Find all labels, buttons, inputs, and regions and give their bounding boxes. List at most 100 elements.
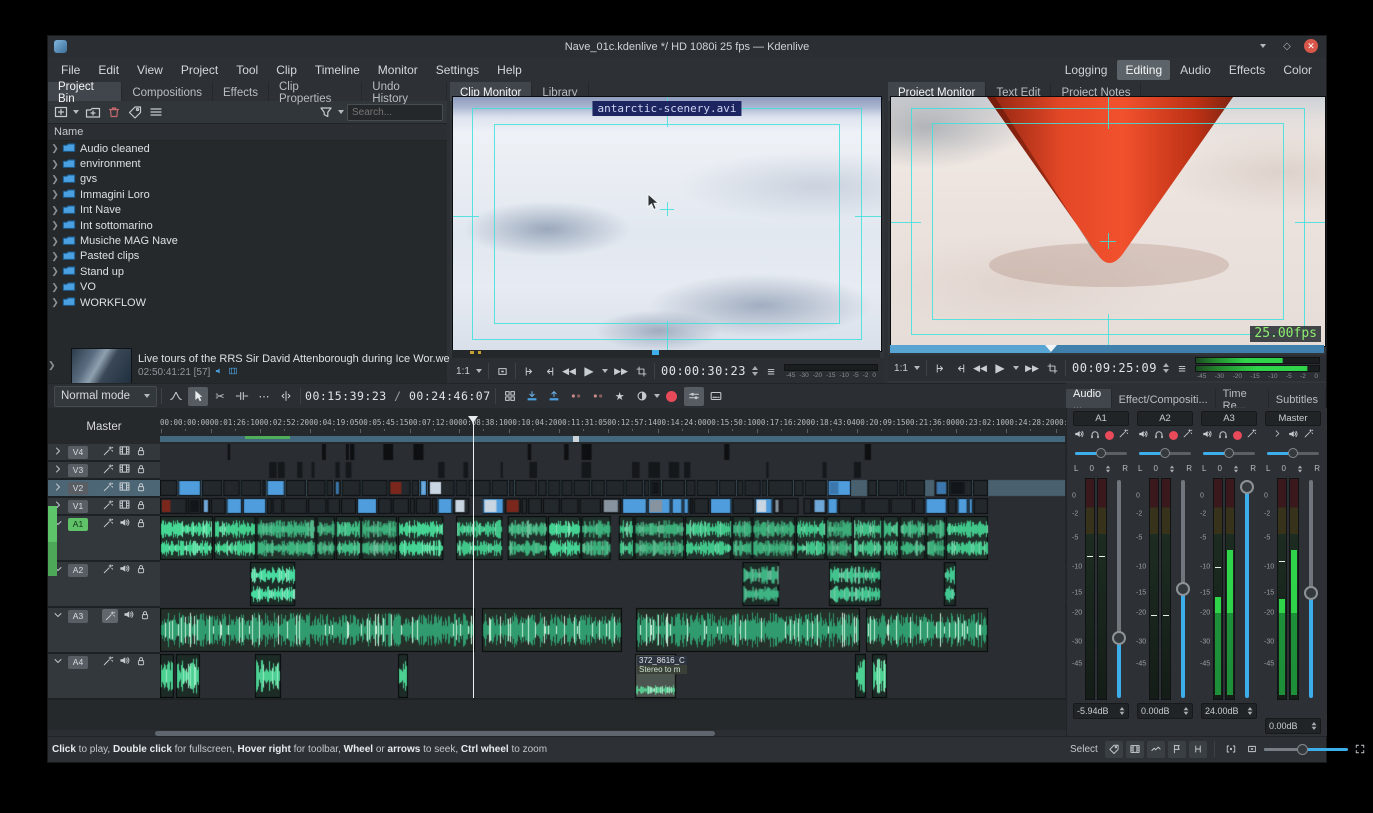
tags-icon[interactable] [126,104,144,121]
bin-folder-gvs[interactable]: ❯gvs [48,172,447,187]
expand-icon[interactable]: ❯ [48,266,62,277]
zoom-level-label[interactable]: 1:1 [894,359,908,377]
lock-icon[interactable] [139,609,151,624]
workspace-editing[interactable]: Editing [1117,60,1170,80]
lock-icon[interactable] [135,563,147,578]
search-input[interactable] [347,104,443,121]
track-tag-green[interactable] [48,506,57,542]
timeline-playhead[interactable] [473,422,474,698]
chevron-right-icon[interactable] [52,463,64,478]
zoom-fit-icon[interactable] [1351,741,1369,758]
chevron-right-icon[interactable] [52,481,64,496]
project-monitor-seekbar[interactable] [890,345,1324,353]
track-badge-v2[interactable]: V2 [68,482,88,495]
forward-icon[interactable]: ▶▶ [1025,359,1039,377]
edit-mode-select[interactable]: Normal mode [54,386,157,407]
razor-tool[interactable]: ✂ [210,387,230,406]
mute-icon[interactable] [1137,428,1149,443]
speaker-icon[interactable] [122,608,135,624]
inout-filter-icon[interactable] [1189,741,1207,758]
tab-clip-properties[interactable]: Clip Properties [269,82,362,101]
menu-timeline[interactable]: Timeline [306,60,369,80]
zoom-caret-icon[interactable] [914,366,920,370]
zone-frame-icon[interactable] [495,362,509,380]
bin-folder-musiche-mag-nave[interactable]: ❯Musiche MAG Nave [48,233,447,248]
film-filter-icon[interactable] [1126,741,1144,758]
filter-icon[interactable] [317,104,335,121]
timecode-spinner[interactable] [1163,363,1169,373]
volume-fader[interactable] [1240,478,1254,700]
volume-fader[interactable] [1304,478,1318,700]
clip-monitor-seekbar[interactable] [452,350,880,358]
expand-icon[interactable]: ❯ [48,251,62,262]
chevron-right-icon[interactable] [52,445,64,460]
pan-slider[interactable] [1075,448,1127,458]
volume-fader[interactable] [1112,478,1126,700]
tab-compositions[interactable]: Compositions [122,82,213,101]
tab-effects[interactable]: Effects [213,82,269,101]
maximize-icon[interactable]: ◇ [1280,39,1294,53]
chevron-down-icon[interactable] [52,655,64,670]
track-effects-icon[interactable] [102,517,114,532]
timeline-zone-bar[interactable] [160,436,1065,442]
track-badge-v4[interactable]: V4 [68,446,88,459]
add-clip-caret-icon[interactable] [73,110,79,114]
timecode-spinner[interactable] [752,366,758,376]
bin-folder-int-nave[interactable]: ❯Int Nave [48,203,447,218]
bin-folder-immagini-loro[interactable]: ❯Immagini Loro [48,187,447,202]
track-effects-icon[interactable] [102,499,114,514]
bin-folder-environment[interactable]: ❯environment [48,156,447,171]
out-point-icon[interactable] [953,359,967,377]
more-tools[interactable]: ⋯ [254,387,274,406]
create-folder-icon[interactable] [84,104,102,121]
solo-headphones-icon[interactable] [1089,428,1101,443]
menu-project[interactable]: Project [172,60,227,80]
expand-icon[interactable]: ❯ [48,174,62,185]
timeline-ruler[interactable]: 00:00:00:0000:01:26:1000:02:52:2000:04:1… [160,416,1065,444]
mute-icon[interactable] [1287,428,1299,443]
lock-icon[interactable] [135,463,147,478]
clip-monitor-video[interactable]: antarctic-scenery.avi [452,96,882,352]
track-badge-a2[interactable]: A2 [68,564,88,577]
clip-monitor-timecode[interactable]: 00:00:30:23 [661,364,746,378]
bin-folder-workflow[interactable]: ❯WORKFLOW [48,295,447,310]
timeline-playhead-handle[interactable] [468,416,478,423]
track-head-v4[interactable]: V4 [48,444,160,460]
track-badge-a4[interactable]: A4 [68,656,88,669]
lock-icon[interactable] [135,655,147,670]
ripple-tool[interactable] [276,387,296,406]
in-point-icon[interactable] [522,362,536,380]
record-button[interactable] [662,387,682,406]
workspace-logging[interactable]: Logging [1057,60,1116,80]
lock-icon[interactable] [135,499,147,514]
video-track-icon[interactable] [118,444,131,460]
track-head-v3[interactable]: V3 [48,462,160,478]
track-badge-v3[interactable]: V3 [68,464,88,477]
track-head-v2[interactable]: V2 [48,480,160,496]
play-icon[interactable]: ▶ [582,362,596,380]
expand-icon[interactable] [1272,428,1283,442]
bin-column-header[interactable]: Name [48,123,447,141]
expand-icon[interactable]: ❯ [48,205,62,216]
track-effects-icon[interactable] [102,655,114,670]
video-track-icon[interactable] [118,480,131,496]
play-icon[interactable]: ▶ [993,359,1007,377]
minimize-icon[interactable] [1256,39,1270,53]
bin-folder-int-sottomarino[interactable]: ❯Int sottomarino [48,218,447,233]
out-point-icon[interactable] [542,362,556,380]
timeline-position-timecode[interactable]: 00:15:39:23 [305,389,387,403]
expand-icon[interactable]: ❯ [48,143,62,154]
track-tag-green[interactable] [48,542,57,576]
record-arm-icon[interactable] [1233,431,1242,440]
effects-icon[interactable] [1303,428,1314,442]
speaker-icon[interactable] [118,516,131,532]
menu-tool[interactable]: Tool [227,60,267,80]
track-head-a2[interactable]: A2 [48,562,160,606]
solo-headphones-icon[interactable] [1217,428,1229,443]
track-badge-a3[interactable]: A3 [68,610,88,623]
filter-caret-icon[interactable] [338,110,344,114]
tab-undo-history[interactable]: Undo History [362,82,447,101]
titlebar[interactable]: Nave_01c.kdenlive */ HD 1080i 25 fps — K… [48,36,1326,58]
rewind-icon[interactable]: ◀◀ [973,359,987,377]
delete-icon[interactable] [105,104,123,121]
